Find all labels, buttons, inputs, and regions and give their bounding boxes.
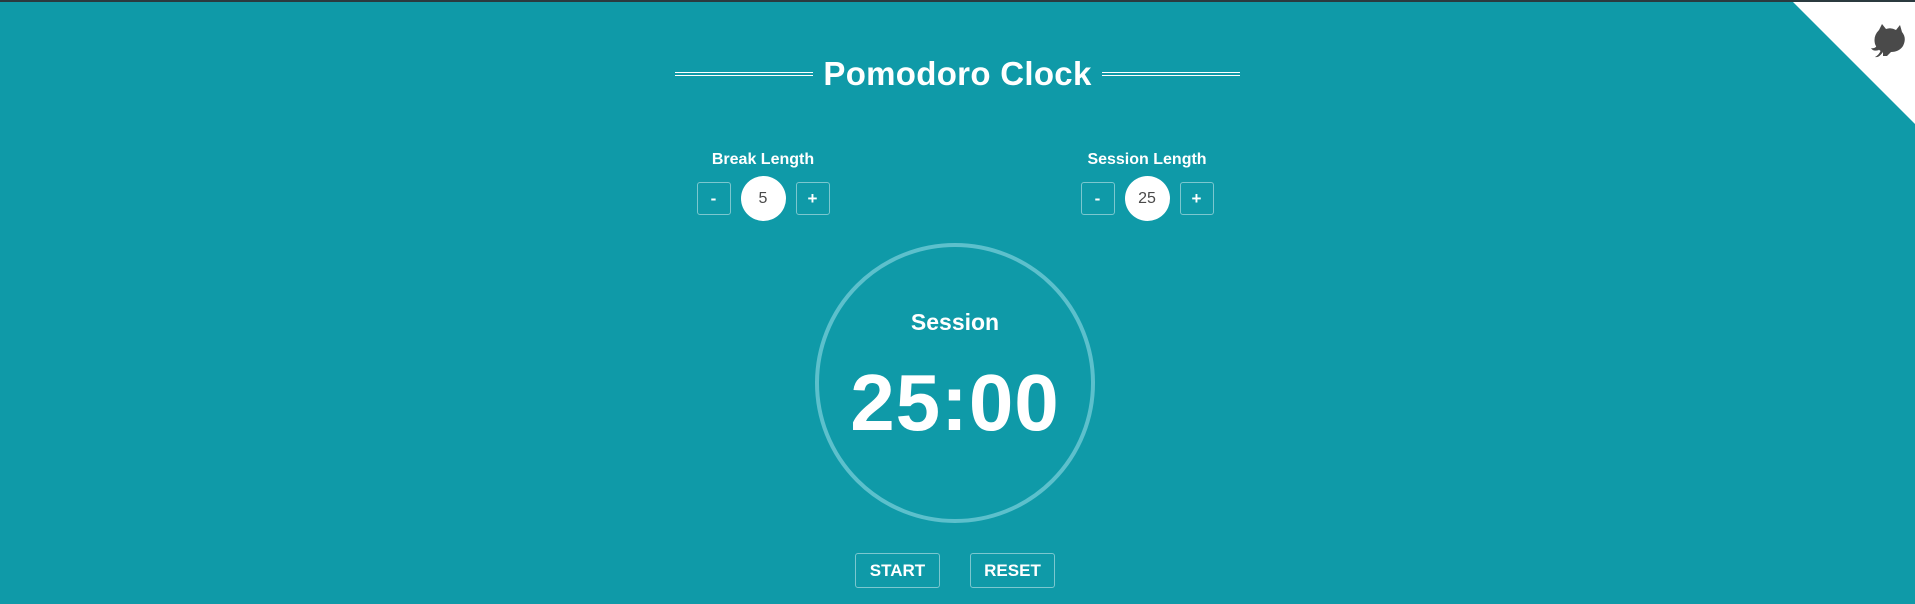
github-corner-icon	[1793, 2, 1915, 124]
timer-mode-label: Session	[910, 309, 1000, 335]
break-increment-button[interactable]: +	[795, 182, 830, 215]
session-length-value: 25	[1124, 176, 1170, 221]
session-length-label: Session Length	[1087, 151, 1207, 168]
session-length-row: - 25 +	[1067, 176, 1227, 221]
title-left-divider	[675, 72, 814, 76]
break-length-control: Break Length - 5 +	[683, 151, 843, 221]
timer-display: 25:00	[850, 358, 1060, 447]
break-length-value: 5	[740, 176, 786, 221]
title-right-divider	[1101, 72, 1240, 76]
break-length-row: - 5 +	[683, 176, 843, 221]
break-length-label: Break Length	[711, 151, 815, 168]
session-decrement-button[interactable]: -	[1080, 182, 1115, 215]
session-length-control: Session Length - 25 +	[1067, 151, 1227, 221]
start-button[interactable]: START	[855, 553, 940, 588]
session-increment-button[interactable]: +	[1179, 182, 1214, 215]
reset-button[interactable]: RESET	[970, 553, 1055, 588]
page-title: Pomodoro Clock	[823, 55, 1092, 92]
timer-clock[interactable]: Session 25:00	[815, 243, 1095, 523]
github-corner-link[interactable]	[1793, 2, 1915, 124]
break-decrement-button[interactable]: -	[696, 182, 731, 215]
page: Pomodoro Clock Break Length - 5 + Sessio…	[0, 0, 1915, 604]
header: Pomodoro Clock	[0, 54, 1915, 94]
